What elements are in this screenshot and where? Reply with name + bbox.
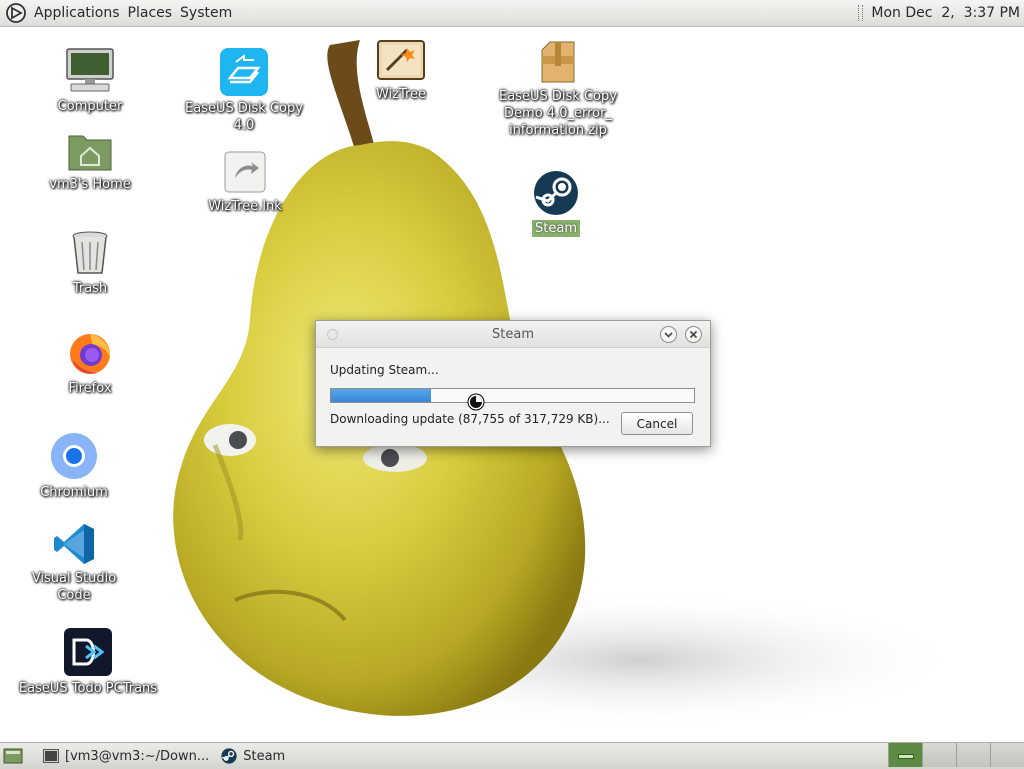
shortcut-icon [224,151,266,193]
desktop-icon-wiztree[interactable]: WizTree [356,40,446,103]
clock[interactable]: Mon Dec 2, 3:37 PM [871,5,1020,21]
desktop-icon-label: WizTree.lnk [208,199,282,214]
desktop-icon-label: Firefox [68,381,112,396]
zip-archive-icon [541,41,575,83]
top-panel: Applications Places System Mon Dec 2, 3:… [0,0,1024,27]
panel-right: Mon Dec 2, 3:37 PM [858,5,1020,21]
desktop-icon-wiztree-lnk[interactable]: WizTree.lnk [190,150,300,215]
desktop-icon-label: WizTree [375,87,427,102]
minimize-button[interactable] [660,326,677,343]
desktop-icon-steam[interactable]: Steam [516,170,596,237]
download-detail-text: Downloading update (87,755 of 317,729 KB… [330,412,610,426]
workspace-2[interactable] [922,743,956,767]
task-steam[interactable]: Steam [215,744,291,768]
menu-system[interactable]: System [176,5,236,21]
task-label: Steam [243,748,286,764]
desktop-icon-label: Chromium [40,485,108,500]
desktop-icon-label: Visual Studio Code [31,571,117,603]
desktop-icon-label: EaseUS Todo PCTrans [18,681,158,696]
update-progress-bar [330,388,695,403]
menu-places[interactable]: Places [124,5,177,21]
wiztree-icon [377,40,425,80]
desktop-icon-label: Steam [532,220,580,237]
desktop-icon-label: EaseUS Disk Copy 4.0 [185,101,303,133]
task-label: [vm3@vm3:~/Down... [65,748,210,764]
desktop-icon-label: vm3's Home [49,177,131,192]
desktop-icon-computer[interactable]: Computer [40,46,140,115]
workspace-switcher [888,743,1024,769]
desktop-icon-vscode[interactable]: Visual Studio Code [14,522,134,604]
menu-applications[interactable]: Applications [30,5,124,21]
busy-cursor-icon [467,393,485,411]
workspace-window-indicator [898,754,914,759]
vscode-icon [54,524,94,564]
chromium-icon [51,433,97,479]
progress-fill [331,389,432,402]
desktop-icon-home[interactable]: vm3's Home [40,130,140,193]
task-terminal[interactable]: [vm3@vm3:~/Down... [37,744,215,768]
desktop-icon-easeus-error-zip[interactable]: EaseUS Disk Copy Demo 4.0_error_ informa… [488,40,628,139]
panel-handle[interactable] [858,5,864,21]
easeus-pctrans-icon [64,628,112,676]
desktop-icon-easeus-disk-copy[interactable]: EaseUS Disk Copy 4.0 [174,48,314,134]
distro-logo-icon[interactable] [6,3,26,23]
bottom-panel: [vm3@vm3:~/Down... Steam [0,742,1024,769]
workspace-4[interactable] [990,743,1024,767]
chevron-down-icon [664,332,673,338]
steam-icon [221,748,237,764]
close-button[interactable] [685,326,702,343]
desktop-icon-chromium[interactable]: Chromium [24,432,124,501]
easeus-disk-copy-icon [220,48,268,96]
show-desktop-icon[interactable] [3,747,23,765]
cancel-button[interactable]: Cancel [621,412,693,435]
steam-icon [534,171,578,215]
desktop-icon-trash[interactable]: Trash [40,230,140,297]
trash-icon [72,231,108,274]
desktop-icon-firefox[interactable]: Firefox [40,330,140,397]
dialog-title: Steam [492,327,534,342]
steam-update-dialog: Steam Updating Steam... Downloading upda… [315,320,711,447]
desktop-icon-label: EaseUS Disk Copy Demo 4.0_error_ informa… [499,89,617,138]
close-icon [689,330,698,339]
update-status-text: Updating Steam... [330,363,439,377]
workspace-3[interactable] [956,743,990,767]
computer-icon [66,48,114,92]
desktop-icon-label: Trash [72,281,108,296]
home-folder-icon [68,135,112,171]
terminal-icon [43,749,59,763]
firefox-icon [70,334,111,374]
workspace-1[interactable] [888,743,922,767]
desktop-icon-easeus-pctrans[interactable]: EaseUS Todo PCTrans [18,628,158,697]
dialog-titlebar[interactable]: Steam [316,321,710,348]
desktop-icon-label: Computer [57,99,123,114]
